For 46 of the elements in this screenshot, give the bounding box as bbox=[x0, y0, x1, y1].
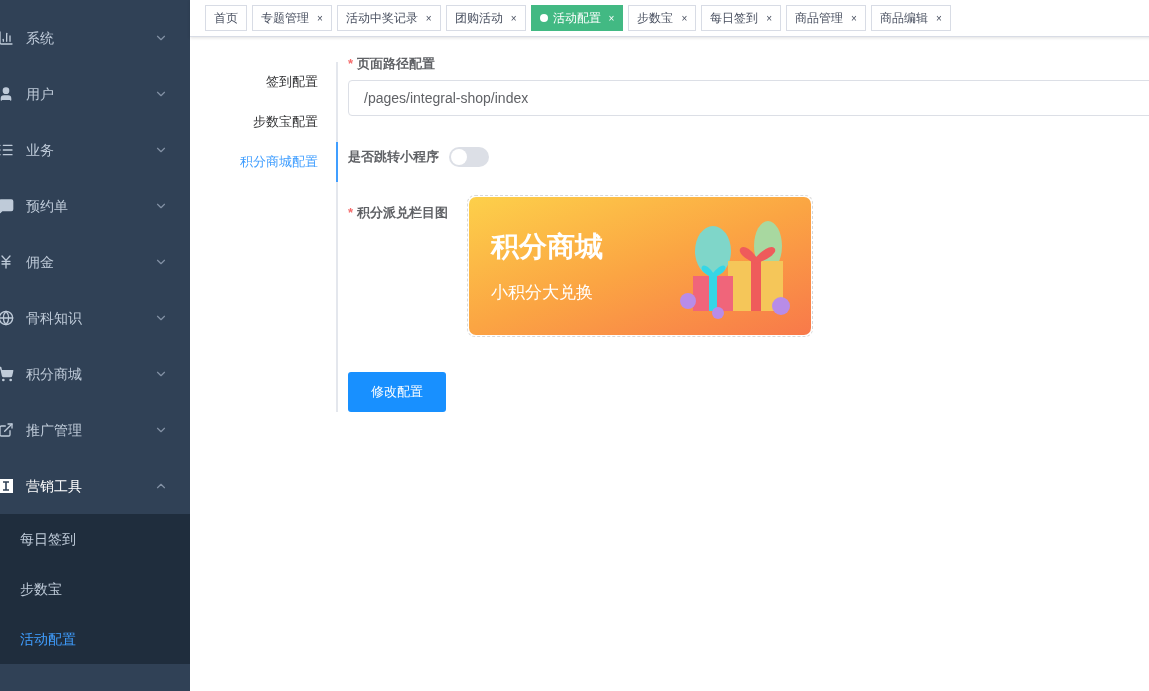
globe-icon bbox=[0, 310, 14, 326]
external-link-icon bbox=[0, 422, 14, 438]
bar-chart-icon bbox=[0, 30, 14, 46]
field-label: 页面路径配置 bbox=[357, 55, 436, 74]
cart-icon bbox=[0, 366, 14, 382]
tag-tab[interactable]: 商品编辑 × bbox=[870, 5, 951, 31]
config-tab[interactable]: 签到配置 bbox=[190, 62, 338, 102]
tag-tab[interactable]: 每日签到 × bbox=[701, 5, 782, 31]
sidebar-item[interactable]: 营销工具 bbox=[0, 458, 190, 514]
submenu-item[interactable]: 活动配置 bbox=[0, 614, 190, 664]
sidebar-item[interactable]: 业务 bbox=[0, 122, 190, 178]
banner-title: 积分商城 bbox=[491, 230, 604, 265]
tag-tab[interactable]: 步数宝 × bbox=[628, 5, 697, 31]
sidebar-item[interactable]: 佣金 bbox=[0, 234, 190, 290]
tag-tab[interactable]: 专题管理 × bbox=[252, 5, 332, 31]
list-icon bbox=[0, 142, 14, 158]
chat-icon bbox=[0, 198, 14, 214]
banner-subtitle: 小积分大兑换 bbox=[491, 282, 594, 305]
sidebar-item[interactable]: 系统 bbox=[0, 10, 190, 66]
user-icon bbox=[0, 86, 14, 102]
tag-tab[interactable]: 活动中奖记录 × bbox=[336, 5, 441, 31]
sidebar-item[interactable]: 推广管理 bbox=[0, 402, 190, 458]
close-icon[interactable]: × bbox=[935, 10, 942, 26]
sidebar-item[interactable]: 用户 bbox=[0, 66, 190, 122]
close-icon[interactable]: × bbox=[766, 10, 773, 26]
field-label: 积分派兑栏目图 bbox=[357, 204, 449, 222]
config-tab[interactable]: 步数宝配置 bbox=[190, 102, 338, 142]
tag-tab[interactable]: 团购活动 × bbox=[445, 5, 526, 31]
sidebar-item[interactable]: 积分商城 bbox=[0, 346, 190, 402]
path-input-field[interactable]: /pages/integral-shop/index bbox=[348, 80, 1149, 116]
required-mark: * bbox=[348, 204, 354, 222]
submenu-item[interactable]: 每日签到 bbox=[0, 514, 190, 564]
close-icon[interactable]: × bbox=[425, 10, 432, 26]
toggle-switch[interactable] bbox=[449, 147, 489, 167]
sidebar-item[interactable]: 骨科知识 bbox=[0, 290, 190, 346]
tag-tab[interactable]: 首页 bbox=[205, 5, 247, 31]
field-label: 是否跳转小程序 bbox=[348, 148, 439, 167]
yen-icon bbox=[0, 254, 14, 270]
close-icon[interactable]: × bbox=[681, 10, 688, 26]
tag-tab[interactable]: 商品管理 × bbox=[786, 5, 866, 31]
close-icon[interactable]: × bbox=[851, 10, 857, 26]
sidebar-item[interactable]: 预约单 bbox=[0, 178, 190, 234]
close-icon[interactable]: × bbox=[510, 10, 517, 26]
required-mark: * bbox=[348, 55, 354, 74]
submenu-item[interactable]: 步数宝 bbox=[0, 564, 190, 614]
close-icon[interactable]: × bbox=[317, 10, 323, 26]
